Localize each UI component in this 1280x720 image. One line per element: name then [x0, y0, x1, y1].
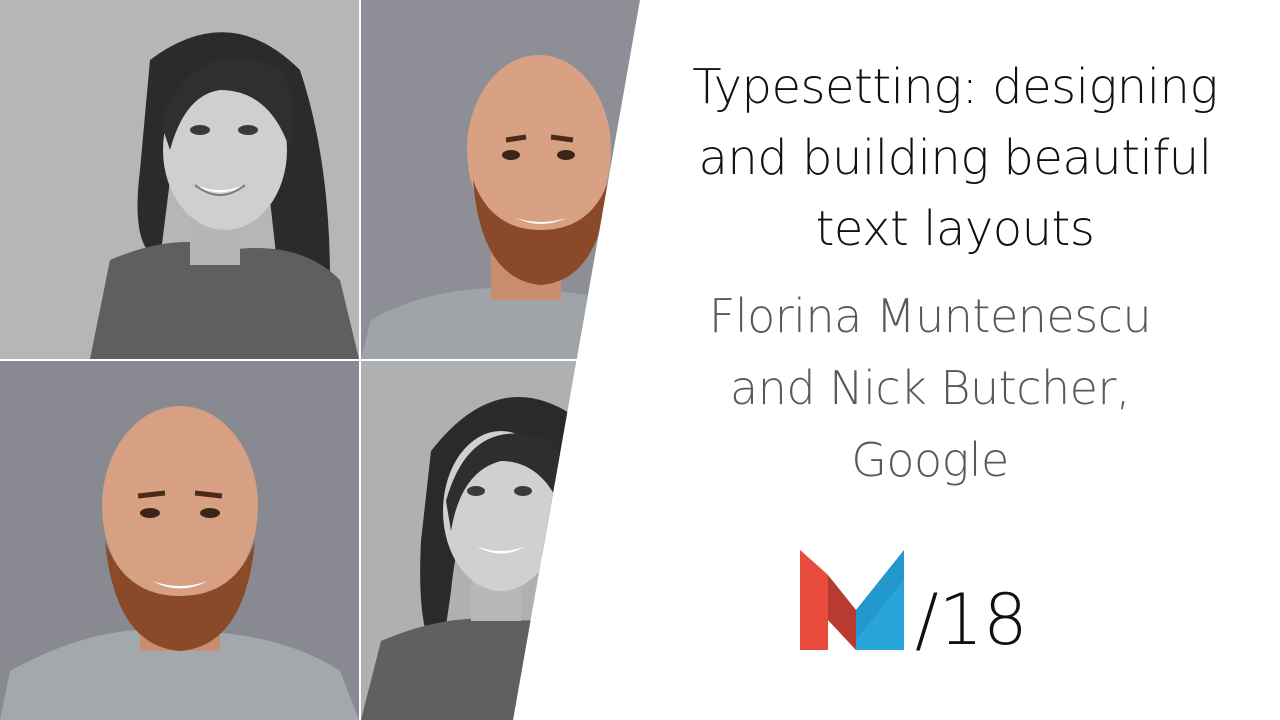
- speaker-line: and Nick Butcher,: [730, 361, 1131, 415]
- speaker-line: Florina Muntenescu: [708, 289, 1152, 343]
- photo-woman-bottom-right: [361, 361, 640, 720]
- slide: Typesetting: designing and building beau…: [0, 0, 1280, 720]
- title-line: and building beautiful: [698, 130, 1212, 186]
- photo-man-bottom-left: [0, 361, 359, 720]
- title-line: Typesetting: designing: [692, 59, 1218, 115]
- man-portrait-icon: [361, 0, 640, 359]
- m-logo-icon: [800, 550, 904, 650]
- woman-portrait-icon: [361, 361, 640, 720]
- photo-woman-top-left: [0, 0, 359, 359]
- title-line: text layouts: [815, 201, 1095, 257]
- speaker-names: Florina Muntenescu and Nick Butcher, Goo…: [660, 280, 1200, 496]
- talk-title: Typesetting: designing and building beau…: [660, 52, 1250, 265]
- speaker-line: Google: [851, 433, 1009, 487]
- man-portrait-icon: [0, 361, 359, 720]
- edition-label: /18: [915, 579, 1028, 661]
- photo-man-top-right: [361, 0, 640, 359]
- woman-portrait-icon: [0, 0, 359, 359]
- speaker-photo-collage: [0, 0, 640, 720]
